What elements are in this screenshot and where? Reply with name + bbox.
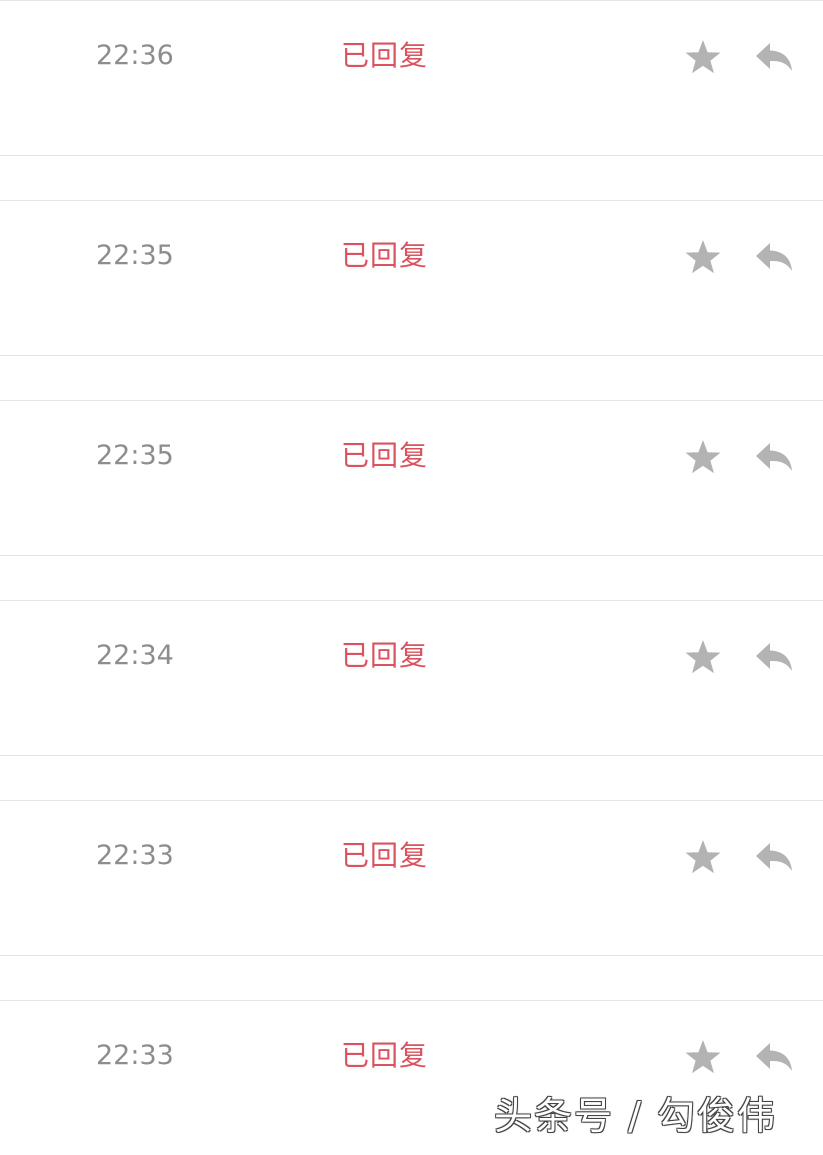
reply-status: 已回复 [341,239,429,272]
message-row[interactable]: 22:36 已回复 [0,0,823,156]
message-time: 22:35 [96,440,174,471]
star-icon[interactable] [683,637,723,677]
reply-icon[interactable] [754,437,794,477]
star-icon[interactable] [683,237,723,277]
reply-icon[interactable] [754,237,794,277]
reply-status: 已回复 [341,39,429,72]
message-time: 22:36 [96,40,174,71]
star-icon[interactable] [683,837,723,877]
reply-status: 已回复 [341,639,429,672]
reply-icon[interactable] [754,37,794,77]
reply-status: 已回复 [341,1039,429,1072]
reply-status: 已回复 [341,839,429,872]
star-icon[interactable] [683,37,723,77]
message-row[interactable]: 22:33 已回复 [0,800,823,956]
message-row[interactable]: 22:35 已回复 [0,200,823,356]
message-time: 22:34 [96,640,174,671]
reply-status: 已回复 [341,439,429,472]
reply-icon[interactable] [754,1037,794,1077]
message-time: 22:33 [96,1040,174,1071]
reply-icon[interactable] [754,637,794,677]
message-row[interactable]: 22:34 已回复 [0,600,823,756]
message-time: 22:33 [96,840,174,871]
star-icon[interactable] [683,1037,723,1077]
star-icon[interactable] [683,437,723,477]
message-time: 22:35 [96,240,174,271]
watermark: 头条号 / 勾俊伟 [494,1094,777,1138]
reply-icon[interactable] [754,837,794,877]
message-row[interactable]: 22:35 已回复 [0,400,823,556]
